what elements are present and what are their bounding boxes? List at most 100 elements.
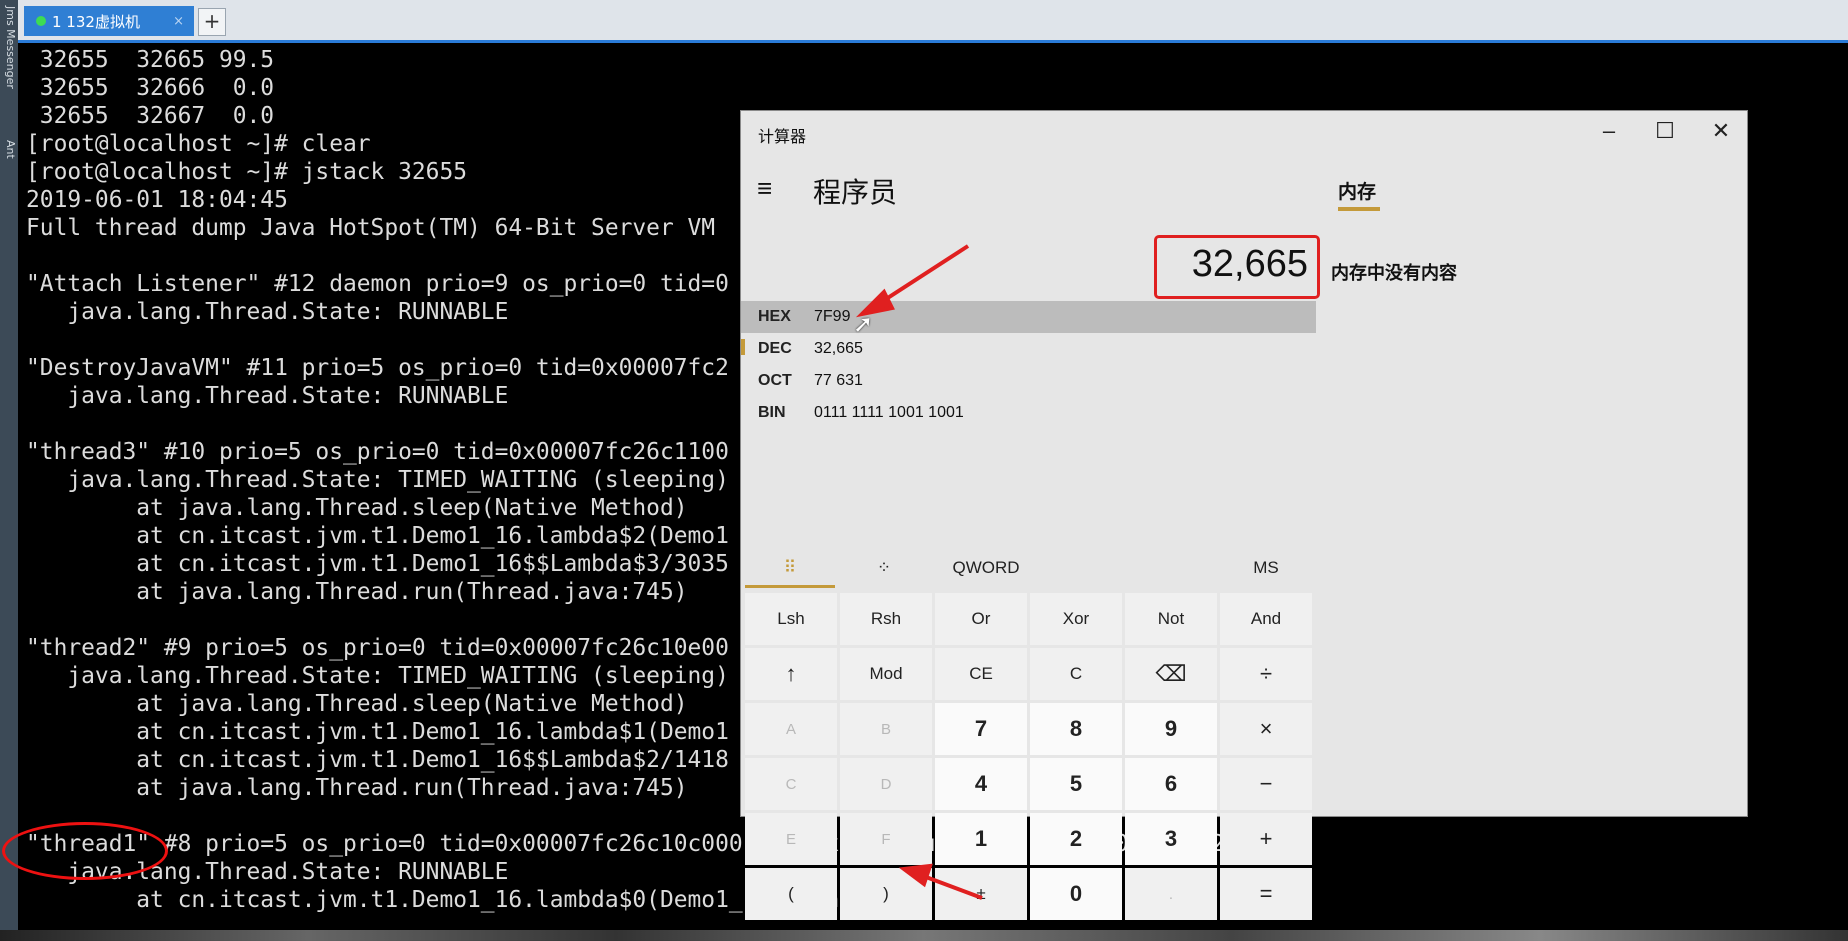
key-4-3[interactable]: 2 [1030, 813, 1122, 865]
key-2-5[interactable]: × [1220, 703, 1312, 755]
key-2-3[interactable]: 8 [1030, 703, 1122, 755]
dock-label-messenger: Jms Messenger [4, 6, 17, 89]
terminal-line: at java.lang.Thread.sleep(Native Method) [26, 495, 688, 521]
radix-label: DEC [758, 340, 792, 357]
memory-store-button[interactable]: MS [1221, 547, 1311, 589]
tab-label: 1 132虚拟机 [52, 12, 140, 31]
terminal-line: java.lang.Thread.State: RUNNABLE [26, 383, 509, 409]
terminal-line: 32655 32667 0.0 [26, 103, 275, 129]
terminal-line: "Attach Listener" #12 daemon prio=9 os_p… [26, 271, 729, 297]
radix-dec[interactable]: DEC 32,665 [741, 333, 1316, 365]
terminal-line: at cn.itcast.jvm.t1.Demo1_16$$Lambda$2/1… [26, 747, 729, 773]
key-0-5[interactable]: And [1220, 593, 1312, 645]
key-5-0[interactable]: ( [745, 868, 837, 920]
dock-label-ant: Ant [4, 140, 17, 159]
terminal-line: at cn.itcast.jvm.t1.Demo1_16.lambda$1(De… [26, 719, 729, 745]
memory-tab-underline [1338, 207, 1380, 211]
close-button[interactable]: ✕ [1693, 117, 1749, 147]
radix-oct[interactable]: OCT 77 631 [741, 365, 1316, 397]
key-1-5[interactable]: ÷ [1220, 648, 1312, 700]
terminal-line: 32655 32665 99.5 [26, 47, 275, 73]
key-5-4[interactable]: . [1125, 868, 1217, 920]
radix-value: 0111 1111 1001 1001 [814, 404, 964, 421]
hamburger-menu-icon[interactable]: ≡ [757, 173, 772, 204]
radix-label: OCT [758, 372, 792, 389]
key-5-5[interactable]: = [1220, 868, 1312, 920]
window-title: 计算器 [758, 129, 807, 146]
terminal-line: 32655 32666 0.0 [26, 75, 275, 101]
terminal-line: "DestroyJavaVM" #11 prio=5 os_prio=0 tid… [26, 355, 729, 381]
key-4-4[interactable]: 3 [1125, 813, 1217, 865]
keypad-tab-underline [745, 585, 835, 588]
key-4-5[interactable]: + [1220, 813, 1312, 865]
key-1-0[interactable]: ↑ [745, 648, 837, 700]
key-2-4[interactable]: 9 [1125, 703, 1217, 755]
key-1-3[interactable]: C [1030, 648, 1122, 700]
terminal-line: at java.lang.Thread.run(Thread.java:745) [26, 579, 688, 605]
terminal-line: java.lang.Thread.State: RUNNABLE [26, 299, 509, 325]
key-0-0[interactable]: Lsh [745, 593, 837, 645]
key-3-4[interactable]: 6 [1125, 758, 1217, 810]
minimize-button[interactable]: – [1581, 117, 1637, 147]
key-5-1[interactable]: ) [840, 868, 932, 920]
key-4-1[interactable]: F [840, 813, 932, 865]
keypad: Lsh Rsh Or Xor Not And ↑ Mod CE C ⌫ ÷ A B 7 8 9 × C D 4 5 6− E F… [745, 593, 1315, 920]
key-1-2[interactable]: CE [935, 648, 1027, 700]
mode-title: 程序员 [813, 177, 898, 208]
radix-label: HEX [758, 308, 791, 325]
radix-value: 77 631 [814, 372, 863, 389]
left-dock-bar: Jms Messenger Ant [0, 0, 18, 941]
terminal-line: [root@localhost ~]# clear [26, 131, 371, 157]
keypad-icon[interactable]: ⠿ [745, 547, 835, 589]
close-tab-icon[interactable]: × [173, 14, 184, 29]
key-0-1[interactable]: Rsh [840, 593, 932, 645]
connection-status-icon [36, 16, 46, 26]
key-1-4[interactable]: ⌫ [1125, 648, 1217, 700]
calculator-display: 32,665 [1191, 243, 1308, 285]
terminal-line: Full thread dump Java HotSpot(TM) 64-Bit… [26, 215, 716, 241]
terminal-line: java.lang.Thread.State: TIMED_WAITING (s… [26, 663, 729, 689]
terminal-line: "thread3" #10 prio=5 os_prio=0 tid=0x000… [26, 439, 729, 465]
key-1-1[interactable]: Mod [840, 648, 932, 700]
key-0-4[interactable]: Not [1125, 593, 1217, 645]
key-5-3[interactable]: 0 [1030, 868, 1122, 920]
keypad-mode-row: ⠿ ⁘ QWORD MS [741, 547, 1316, 589]
key-2-1[interactable]: B [840, 703, 932, 755]
terminal-line: "thread2" #9 prio=5 os_prio=0 tid=0x0000… [26, 635, 729, 661]
key-3-5[interactable]: − [1220, 758, 1312, 810]
mouse-cursor-icon: ➚ [853, 310, 874, 338]
bit-toggle-icon[interactable]: ⁘ [839, 547, 929, 589]
add-tab-button[interactable]: + [198, 8, 226, 36]
key-3-3[interactable]: 5 [1030, 758, 1122, 810]
radix-bin[interactable]: BIN 0111 1111 1001 1001 [741, 397, 1316, 429]
radix-hex[interactable]: HEX 7F99 [741, 301, 1316, 333]
tab-132-vm[interactable]: 1 132虚拟机 × [24, 6, 194, 36]
terminal-line: java.lang.Thread.State: TIMED_WAITING (s… [26, 467, 729, 493]
radix-value: 7F99 [814, 308, 851, 325]
key-3-1[interactable]: D [840, 758, 932, 810]
key-2-0[interactable]: A [745, 703, 837, 755]
calculator-titlebar: 计算器 – ☐ ✕ [741, 111, 1747, 151]
bottom-strip [0, 930, 1848, 941]
key-3-2[interactable]: 4 [935, 758, 1027, 810]
radix-value: 32,665 [814, 340, 863, 357]
key-4-0[interactable]: E [745, 813, 837, 865]
key-3-0[interactable]: C [745, 758, 837, 810]
terminal-line: at java.lang.Thread.run(Thread.java:745) [26, 775, 688, 801]
terminal-line: at cn.itcast.jvm.t1.Demo1_16.lambda$2(De… [26, 523, 729, 549]
annotation-ellipse-thread1 [2, 822, 168, 880]
key-2-2[interactable]: 7 [935, 703, 1027, 755]
maximize-button[interactable]: ☐ [1637, 117, 1693, 147]
key-4-2[interactable]: 1 [935, 813, 1027, 865]
key-5-2[interactable]: ± [935, 868, 1027, 920]
terminal-tab-bar: 1 132虚拟机 × + [18, 0, 1848, 43]
memory-empty-text: 内存中没有内容 [1331, 263, 1457, 283]
calculator-window: 计算器 – ☐ ✕ ≡ 程序员 32,665 HEX 7F99 DEC 32,6… [740, 110, 1748, 920]
word-size-button[interactable]: QWORD [931, 547, 1041, 589]
terminal-line: [root@localhost ~]# jstack 32655 [26, 159, 468, 185]
key-0-2[interactable]: Or [935, 593, 1027, 645]
key-0-3[interactable]: Xor [1030, 593, 1122, 645]
memory-tab[interactable]: 内存 [1338, 177, 1376, 204]
terminal-line: at java.lang.Thread.sleep(Native Method) [26, 691, 688, 717]
terminal-line: at cn.itcast.jvm.t1.Demo1_16$$Lambda$3/3… [26, 551, 729, 577]
